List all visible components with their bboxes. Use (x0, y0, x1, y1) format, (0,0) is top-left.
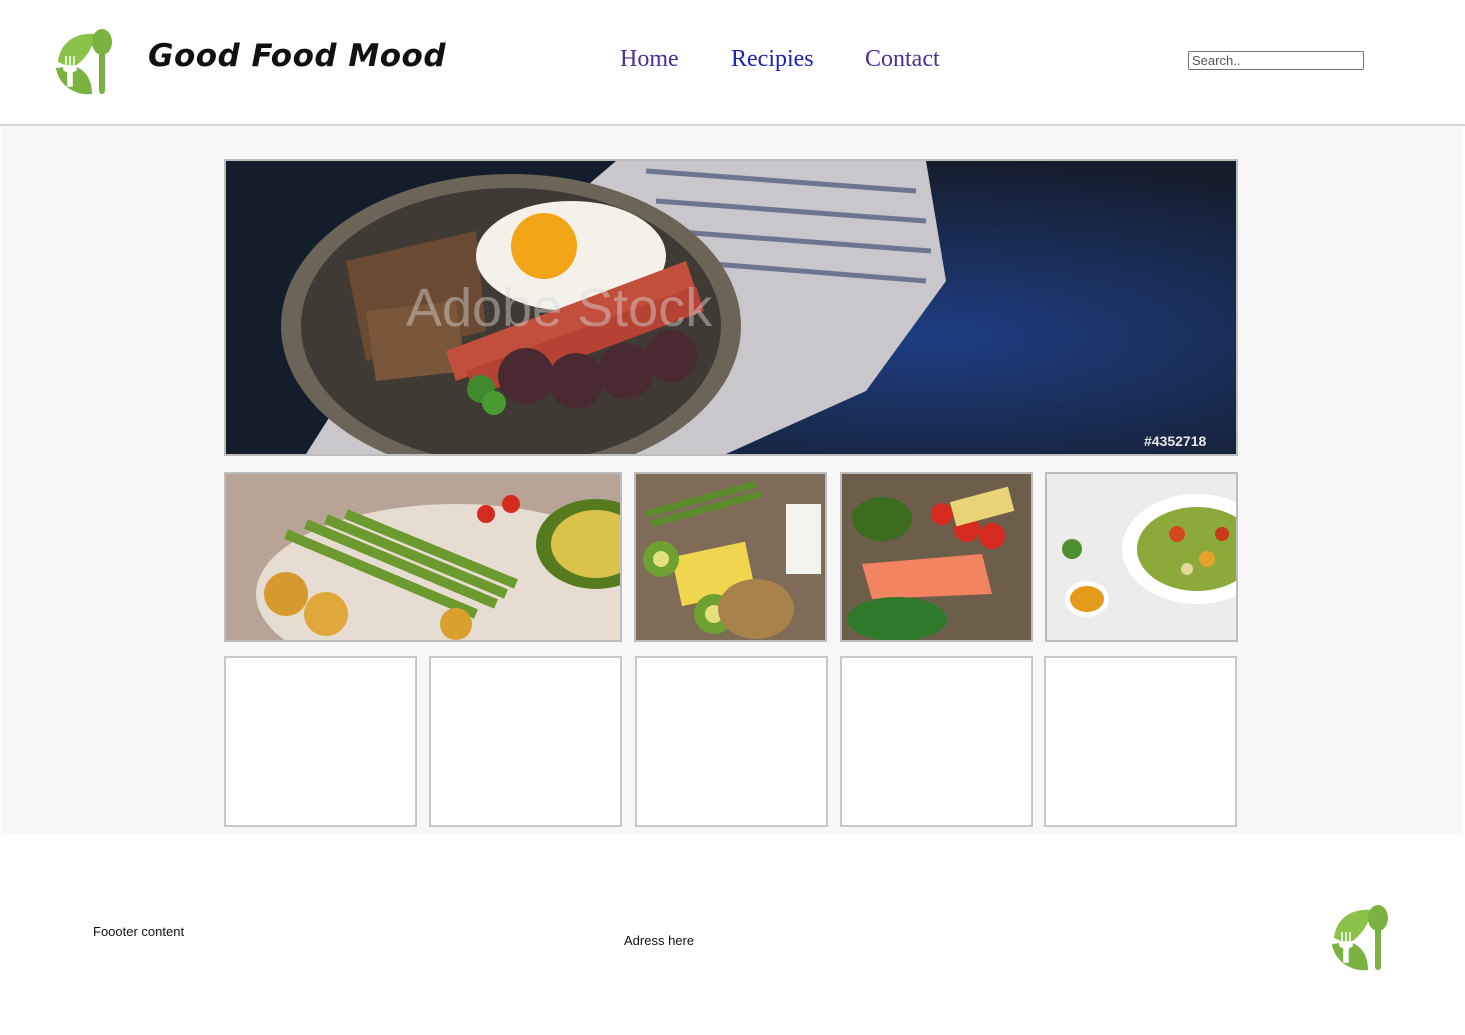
search-input[interactable] (1188, 51, 1364, 70)
hero-watermark: Adobe Stock (406, 278, 713, 338)
leaf-spoon-fork-icon (1332, 905, 1388, 971)
nav-home-link[interactable]: Home (620, 46, 679, 73)
footer-content: Foooter content (93, 924, 185, 939)
nav-contact-link[interactable]: Contact (865, 46, 940, 73)
vegetable-bowl-image (224, 472, 622, 642)
empty-card (224, 656, 417, 827)
salad-plate-image (1045, 472, 1238, 642)
empty-card (1044, 656, 1237, 827)
brand-title: Good Food Mood (148, 38, 447, 74)
salmon-vegetables-image (840, 472, 1033, 642)
leaf-spoon-fork-icon[interactable] (52, 28, 118, 98)
hero-image: Adobe Stock #4352718 (224, 159, 1238, 456)
empty-card (429, 656, 622, 827)
empty-card (840, 656, 1033, 827)
hero-stock-id: #4352718 (1144, 433, 1207, 449)
healthy-ingredients-image (634, 472, 827, 642)
main-content: Adobe Stock #4352718 (2, 126, 1462, 833)
nav-recipes-link[interactable]: Recipies (731, 46, 814, 73)
footer-address: Adress here (624, 933, 695, 948)
empty-card (635, 656, 828, 827)
site-header: Good Food Mood Home Recipies Contact (0, 0, 1465, 126)
